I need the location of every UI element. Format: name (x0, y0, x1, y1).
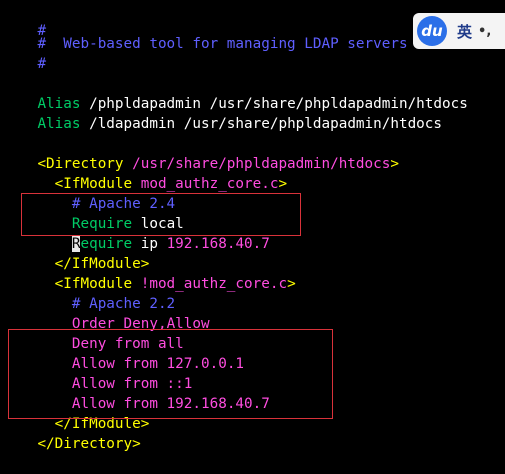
ime-language-toggle[interactable]: 英 (457, 21, 472, 42)
editor-line: # (3, 34, 46, 72)
editor-line: Alias /phpldapadmin /usr/share/phpldapad… (3, 74, 467, 112)
ip-address: 192.168.40.7 (157, 396, 270, 412)
editor-line: Allow from ::1 (3, 354, 193, 392)
editor-line: Require ip 192.168.40.7 (3, 214, 270, 252)
directive-keyword: Alias (37, 116, 81, 132)
tag-close: > (287, 276, 296, 292)
editor-line: # Apache 2.2 (3, 274, 175, 312)
terminal-editor[interactable]: # # Web-based tool for managing LDAP ser… (0, 0, 505, 452)
ime-logo-icon[interactable]: du (417, 16, 447, 46)
tag-close: > (390, 156, 399, 172)
directive-args: /ldapadmin /usr/share/phpldapadmin/htdoc… (80, 116, 442, 132)
ip-address: 192.168.40.7 (166, 236, 270, 252)
editor-line: # Apache 2.4 (3, 174, 175, 212)
ime-toolbar[interactable]: du 英 •, (413, 13, 505, 49)
editor-line: <IfModule !mod_authz_core.c> (3, 254, 296, 292)
editor-line: </IfModule> (3, 234, 150, 272)
editor-line: Require local (3, 194, 184, 232)
editor-line: Deny from all (3, 314, 184, 352)
editor-line: <IfModule mod_authz_core.c> (3, 154, 287, 192)
ime-punctuation-toggle[interactable]: •, (478, 24, 491, 39)
editor-line: Allow from 192.168.40.7 (3, 374, 270, 412)
tag-close: </Directory> (37, 436, 141, 452)
editor-line: </IfModule> (3, 394, 150, 432)
editor-line: Alias /ldapadmin /usr/share/phpldapadmin… (3, 94, 442, 132)
editor-line: # Web-based tool for managing LDAP serve… (3, 14, 407, 52)
tag-close: > (278, 176, 288, 192)
editor-line: <Directory /usr/share/phpldapadmin/htdoc… (3, 134, 399, 172)
comment-text: # (37, 56, 47, 72)
editor-line: Allow from 127.0.0.1 (3, 334, 244, 372)
comment-text: # Web-based tool for managing LDAP serve… (37, 36, 408, 52)
editor-line: Order Deny,Allow (3, 294, 210, 332)
editor-line: </Directory> (3, 414, 140, 452)
